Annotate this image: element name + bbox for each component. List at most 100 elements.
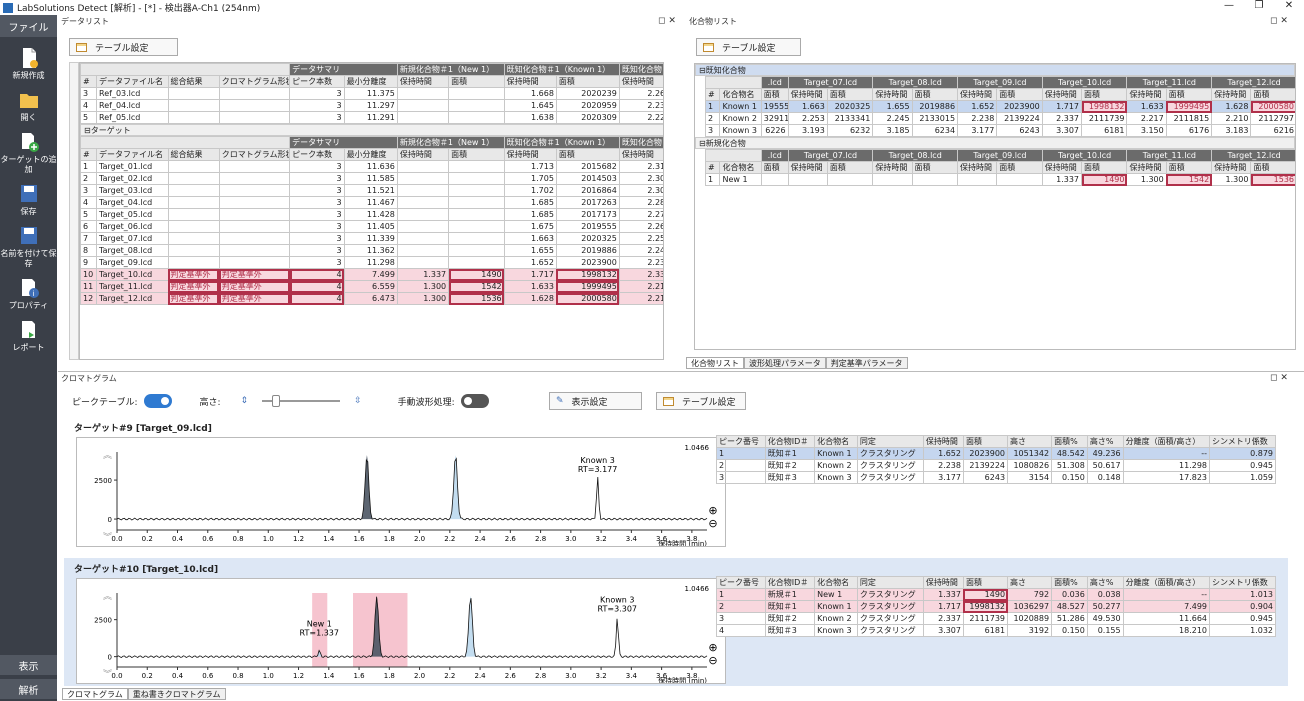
- tab-compound-list[interactable]: 化合物リスト: [686, 357, 744, 369]
- peak-fill[interactable]: [359, 455, 375, 520]
- column-header[interactable]: 保持時間: [1126, 88, 1167, 101]
- column-header[interactable]: 保持時間: [1041, 88, 1083, 101]
- tab-chromatogram[interactable]: クロマトグラム: [62, 688, 128, 700]
- column-header[interactable]: 面積: [1081, 161, 1128, 174]
- file-column-header[interactable]: Target_10.lcd: [1041, 76, 1128, 89]
- tab-waveform-params[interactable]: 波形処理パラメータ: [744, 357, 826, 369]
- scroll-down-icon[interactable]: ︾: [103, 669, 112, 680]
- tab-criteria-params[interactable]: 判定基準パラメータ: [825, 357, 908, 369]
- minimize-button[interactable]: —: [1214, 0, 1244, 11]
- table-row[interactable]: 1 既知＃1 Known 1 クラスタリング 1.652 2023900 1051342 48…: [716, 447, 1276, 460]
- column-header[interactable]: 高さ%: [1086, 576, 1124, 589]
- chromatogram-table-settings-button[interactable]: テーブル設定: [656, 392, 746, 410]
- column-header[interactable]: 面積: [1165, 88, 1213, 101]
- column-header[interactable]: 高さ: [1007, 435, 1053, 448]
- table-row[interactable]: 5Ref_05.lcd 311.291 1.63820203092.223: [80, 111, 663, 124]
- column-header[interactable]: ピーク番号: [716, 576, 766, 589]
- column-header[interactable]: 保持時間: [787, 88, 828, 101]
- scroll-up-icon[interactable]: ︽: [103, 451, 112, 461]
- table-row[interactable]: 9Target_09.lcd 311.298 1.65220239002.238: [80, 256, 663, 269]
- table-row[interactable]: 2 既知＃2 Known 2 クラスタリング 2.238 2139224 1080826 51…: [716, 459, 1276, 472]
- file-column-header[interactable]: Target_12.lcd: [1211, 76, 1295, 89]
- column-header[interactable]: シンメトリ係数: [1209, 435, 1276, 448]
- file-column-header[interactable]: Target_07.lcd: [787, 76, 874, 89]
- tab-overlay-chromatogram[interactable]: 重ね書きクロマトグラム: [127, 688, 226, 700]
- compound-list-float-icon[interactable]: ◻ ✕: [1270, 16, 1288, 26]
- column-header[interactable]: 保持時間: [503, 148, 557, 161]
- table-row[interactable]: 6Target_06.lcd 311.405 1.67520195552.268: [80, 220, 663, 233]
- display-settings-button[interactable]: ✎ 表示設定: [549, 392, 642, 410]
- column-header[interactable]: 化合物名: [814, 435, 858, 448]
- column-header[interactable]: 保持時間: [957, 88, 998, 101]
- sidebar-item-new[interactable]: 新規作成: [0, 47, 57, 81]
- fit-height-icon[interactable]: ⇳: [354, 396, 362, 406]
- column-header[interactable]: 面積: [911, 88, 959, 101]
- column-header[interactable]: データファイル名: [96, 75, 169, 88]
- column-header[interactable]: 化合物名: [719, 161, 762, 174]
- column-header[interactable]: 面積: [996, 88, 1043, 101]
- file-column-header[interactable]: Target_09.lcd: [957, 76, 1043, 89]
- table-row[interactable]: 1 Known 1 19555 1.663 2020325 1.655 2019886 1.6…: [704, 100, 1295, 113]
- file-column-header[interactable]: .lcd: [760, 149, 789, 162]
- table-row[interactable]: 5Target_05.lcd 311.428 1.68520171732.278: [80, 208, 663, 221]
- table-row[interactable]: 7Target_07.lcd 311.339 1.66320203252.253: [80, 232, 663, 245]
- chromatogram-float-icon[interactable]: ◻ ✕: [1270, 373, 1288, 383]
- table-row[interactable]: 1 新規＃1 New 1 クラスタリング 1.337 1490 792 0.036 0.038-…: [716, 588, 1276, 601]
- column-header[interactable]: 分離度（面積/高さ）: [1122, 576, 1211, 589]
- column-header[interactable]: 面積: [962, 435, 1009, 448]
- file-column-header[interactable]: Target_08.lcd: [872, 76, 959, 89]
- column-header[interactable]: 高さ: [1007, 576, 1053, 589]
- sidebar-item-save[interactable]: 保存: [0, 183, 57, 217]
- column-header[interactable]: 高さ%: [1086, 435, 1124, 448]
- column-header[interactable]: クロマトグラム形状: [218, 148, 291, 161]
- scroll-down-icon[interactable]: ︾: [103, 532, 112, 543]
- column-header[interactable]: 保持時間: [618, 75, 663, 88]
- table-row[interactable]: 2Target_02.lcd 311.585 1.70520145032.307: [80, 172, 663, 185]
- sidebar-item-report[interactable]: レポート: [0, 319, 57, 353]
- data-list-float-icon[interactable]: ◻ ✕: [658, 16, 676, 26]
- column-header[interactable]: 面積: [760, 88, 789, 101]
- sidebar-item-open[interactable]: 開く: [0, 89, 57, 123]
- column-header[interactable]: 総合結果: [167, 75, 220, 88]
- column-header[interactable]: 分離度（面積/高さ）: [1122, 435, 1211, 448]
- column-header[interactable]: 化合物名: [719, 88, 762, 101]
- table-row[interactable]: 11 Target_11.lcd 判定基準外 判定基準外 4 6.559 1.300 1542…: [80, 280, 663, 293]
- column-header[interactable]: #: [704, 88, 721, 101]
- chromatogram-chart-2[interactable]: 0.0 0.2 0.4 0.6 0.8 1.0 1.2 1.4 1.6 1.8 2.0 2.2 2.4 2…: [76, 578, 726, 684]
- table-row[interactable]: 4Target_04.lcd 311.467 1.68520172632.282: [80, 196, 663, 209]
- column-header[interactable]: ピーク本数: [289, 75, 345, 88]
- table-row[interactable]: 1Target_01.lcd 311.636 1.71320156822.315: [80, 160, 663, 173]
- target-group-header[interactable]: ⊟ ターゲット: [80, 124, 663, 136]
- zoom-in-icon[interactable]: ⊕: [708, 641, 717, 654]
- column-header[interactable]: #: [80, 148, 97, 161]
- height-slider[interactable]: [262, 395, 341, 407]
- column-header[interactable]: データファイル名: [96, 148, 169, 161]
- sidebar-item-add-target[interactable]: ターゲットの追加: [0, 131, 57, 175]
- column-header[interactable]: 保持時間: [396, 75, 450, 88]
- column-header[interactable]: 保持時間: [872, 88, 913, 101]
- column-header[interactable]: #: [80, 75, 97, 88]
- file-column-header[interactable]: Target_11.lcd: [1126, 149, 1213, 162]
- data-list-table-settings-button[interactable]: テーブル設定: [69, 38, 178, 56]
- sidebar-item-properties[interactable]: i プロパティ: [0, 277, 57, 311]
- file-column-header[interactable]: Target_09.lcd: [957, 149, 1043, 162]
- sidebar-view[interactable]: 表示: [0, 655, 57, 675]
- column-header[interactable]: 総合結果: [167, 148, 220, 161]
- compound-list-table-settings-button[interactable]: テーブル設定: [696, 38, 801, 56]
- table-row[interactable]: 3Ref_03.lcd311.3751.66820202392.260: [80, 87, 663, 100]
- column-header[interactable]: 化合物ID＃: [764, 435, 816, 448]
- table-row[interactable]: 10 Target_10.lcd 判定基準外 判定基準外 4 7.499 1.337 1490…: [80, 268, 663, 281]
- peak-fill[interactable]: [462, 595, 479, 657]
- table-row[interactable]: 3 Known 3 6226 3.193 6232 3.185 6234 3.177 6243 3…: [704, 124, 1295, 137]
- sidebar-item-save-as[interactable]: 名前を付けて保存: [0, 225, 57, 269]
- column-header[interactable]: 面積%: [1051, 576, 1088, 589]
- peak-table-toggle[interactable]: [143, 394, 172, 408]
- column-header[interactable]: 保持時間: [922, 435, 964, 448]
- column-header[interactable]: 面積: [1250, 161, 1295, 174]
- column-header[interactable]: 面積: [1165, 161, 1213, 174]
- column-header[interactable]: ピーク番号: [716, 435, 766, 448]
- column-header[interactable]: 同定: [856, 576, 924, 589]
- maximize-button[interactable]: ❐: [1244, 0, 1274, 11]
- table-row[interactable]: 3 既知＃3 Known 3 クラスタリング 3.177 6243 3154 0.150 0.1…: [716, 471, 1276, 484]
- table-row[interactable]: 8Target_08.lcd 311.362 1.65520198862.245: [80, 244, 663, 257]
